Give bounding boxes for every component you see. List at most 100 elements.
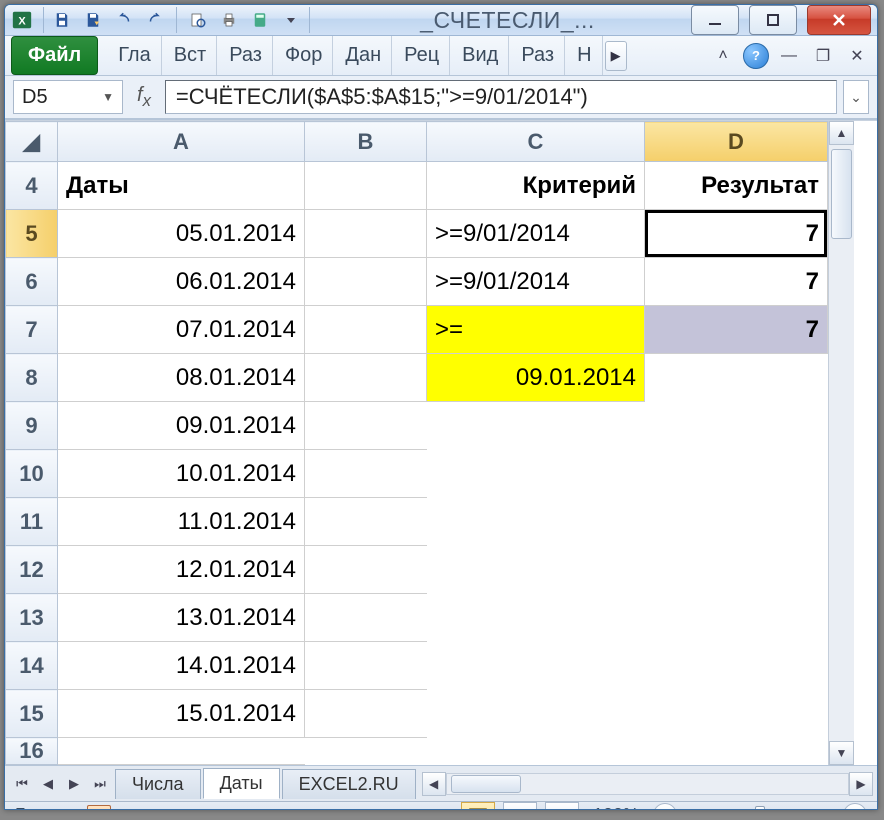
ribbon-tab-insert[interactable]: Вст <box>164 36 218 75</box>
cell[interactable] <box>305 354 427 402</box>
cell[interactable] <box>305 690 427 738</box>
cell[interactable]: Даты <box>58 162 305 210</box>
cell[interactable]: 15.01.2014 <box>58 690 305 738</box>
name-box[interactable]: D5 ▼ <box>13 80 123 114</box>
expand-formula-icon[interactable]: ⌄ <box>843 80 869 114</box>
tab-prev-icon[interactable]: ◀ <box>35 771 61 797</box>
zoom-knob[interactable] <box>755 806 765 810</box>
undo-icon[interactable] <box>110 6 138 34</box>
cell[interactable]: 05.01.2014 <box>58 210 305 258</box>
cell[interactable]: Критерий <box>427 162 645 210</box>
ribbon-tab-formulas[interactable]: Фор <box>275 36 333 75</box>
cell[interactable]: 07.01.2014 <box>58 306 305 354</box>
select-all-corner[interactable]: ◢ <box>6 122 58 162</box>
cell[interactable] <box>305 258 427 306</box>
minimize-button[interactable] <box>691 5 739 35</box>
row-header[interactable]: 13 <box>6 594 58 642</box>
cell[interactable]: >=9/01/2014 <box>427 258 645 306</box>
cell[interactable] <box>645 402 828 450</box>
cell[interactable] <box>305 162 427 210</box>
cell[interactable]: 08.01.2014 <box>58 354 305 402</box>
cell[interactable] <box>427 594 645 642</box>
col-header-B[interactable]: B <box>305 122 427 162</box>
horizontal-scrollbar[interactable]: ◀ ▶ <box>422 772 873 796</box>
cell[interactable] <box>305 594 427 642</box>
name-box-dropdown-icon[interactable]: ▼ <box>102 90 114 104</box>
tab-first-icon[interactable]: ⏮ <box>9 771 35 797</box>
cell[interactable]: >= <box>427 306 645 354</box>
cell[interactable] <box>305 738 427 765</box>
row-header[interactable]: 7 <box>6 306 58 354</box>
cell[interactable]: 13.01.2014 <box>58 594 305 642</box>
cell[interactable] <box>645 738 828 765</box>
scroll-thumb[interactable] <box>831 149 852 239</box>
cell[interactable] <box>305 210 427 258</box>
save-icon[interactable] <box>48 6 76 34</box>
ribbon-tab-data[interactable]: Дан <box>335 36 392 75</box>
cell[interactable]: 12.01.2014 <box>58 546 305 594</box>
cell[interactable]: 7 <box>645 306 828 354</box>
redo-icon[interactable] <box>141 6 169 34</box>
cell[interactable]: 09.01.2014 <box>427 354 645 402</box>
doc-restore-icon[interactable]: ❐ <box>809 45 837 67</box>
cell[interactable]: Результат <box>645 162 828 210</box>
ribbon-minimize-icon[interactable]: ˄ <box>709 45 737 67</box>
view-page-layout-icon[interactable] <box>503 802 537 810</box>
cell[interactable] <box>305 402 427 450</box>
scroll-right-icon[interactable]: ▶ <box>849 772 873 796</box>
scroll-track[interactable] <box>446 773 849 795</box>
cell[interactable]: >=9/01/2014 <box>427 210 645 258</box>
ribbon-tab-view[interactable]: Вид <box>452 36 509 75</box>
cell[interactable]: 09.01.2014 <box>58 402 305 450</box>
zoom-out-icon[interactable]: − <box>653 803 677 810</box>
row-header[interactable]: 8 <box>6 354 58 402</box>
view-page-break-icon[interactable] <box>545 802 579 810</box>
col-header-D[interactable]: D <box>645 122 828 162</box>
ribbon-tab-addins[interactable]: Н <box>567 36 602 75</box>
row-header[interactable]: 11 <box>6 498 58 546</box>
cell[interactable] <box>305 450 427 498</box>
view-normal-icon[interactable] <box>461 802 495 810</box>
cell[interactable] <box>427 738 645 765</box>
cell[interactable] <box>645 594 828 642</box>
cell[interactable] <box>645 498 828 546</box>
col-header-A[interactable]: A <box>58 122 305 162</box>
print-preview-icon[interactable] <box>184 6 212 34</box>
active-cell[interactable]: 7 <box>645 210 828 258</box>
row-header[interactable]: 15 <box>6 690 58 738</box>
ribbon-overflow-icon[interactable]: ▶ <box>605 41 627 71</box>
doc-minimize-icon[interactable]: — <box>775 45 803 67</box>
tab-next-icon[interactable]: ▶ <box>61 771 87 797</box>
cell[interactable] <box>645 642 828 690</box>
close-button[interactable] <box>807 5 871 35</box>
ribbon-tab-developer[interactable]: Раз <box>511 36 565 75</box>
quick-print-icon[interactable] <box>215 6 243 34</box>
calc-icon[interactable] <box>246 6 274 34</box>
cell[interactable]: 14.01.2014 <box>58 642 305 690</box>
vertical-scrollbar[interactable]: ▲ ▼ <box>828 121 854 765</box>
row-header[interactable]: 16 <box>6 738 58 765</box>
cell[interactable] <box>427 546 645 594</box>
cell[interactable] <box>305 498 427 546</box>
formula-input[interactable]: =СЧЁТЕСЛИ($A$5:$A$15;">=9/01/2014") <box>165 80 837 114</box>
row-header[interactable]: 5 <box>6 210 58 258</box>
spreadsheet[interactable]: ◢ A B C D 4 Даты Критерий Результат 5 05… <box>5 121 828 765</box>
cell[interactable] <box>305 546 427 594</box>
cell[interactable] <box>427 690 645 738</box>
scroll-down-icon[interactable]: ▼ <box>829 741 854 765</box>
cell[interactable] <box>305 306 427 354</box>
macro-record-icon[interactable] <box>87 805 111 810</box>
cell[interactable]: 10.01.2014 <box>58 450 305 498</box>
cell[interactable] <box>58 738 305 765</box>
cell[interactable] <box>305 642 427 690</box>
scroll-track[interactable] <box>829 145 854 741</box>
cell[interactable]: 7 <box>645 258 828 306</box>
cell[interactable] <box>645 354 828 402</box>
sheet-tab[interactable]: EXCEL2.RU <box>282 769 416 799</box>
fx-icon[interactable]: fx <box>129 84 159 111</box>
col-header-C[interactable]: C <box>427 122 645 162</box>
maximize-button[interactable] <box>749 5 797 35</box>
ribbon-tab-pagelayout[interactable]: Раз <box>219 36 273 75</box>
cell[interactable] <box>427 498 645 546</box>
scroll-thumb[interactable] <box>451 775 521 793</box>
